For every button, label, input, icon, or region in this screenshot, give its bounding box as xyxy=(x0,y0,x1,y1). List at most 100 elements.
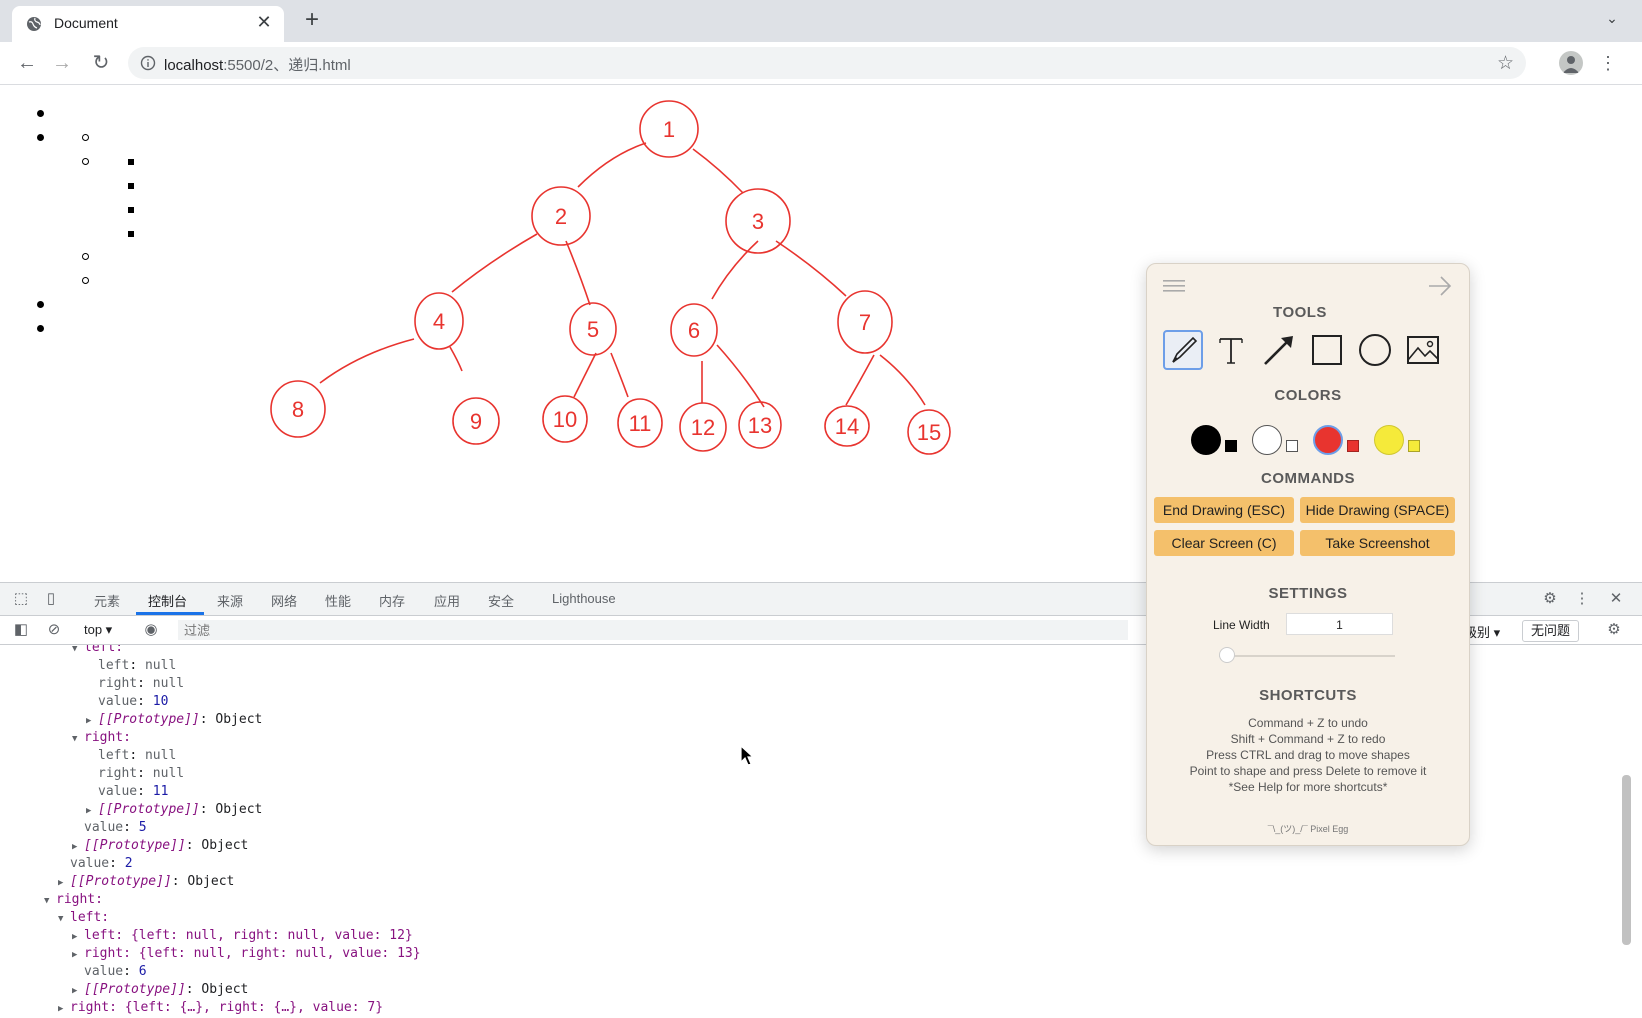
url-text[interactable]: localhost:5500/2、递归.html xyxy=(164,54,351,75)
commands-title: COMMANDS xyxy=(1261,470,1355,487)
console-line[interactable]: ▶ [[Prototype]]: Object xyxy=(86,801,262,819)
expand-toggle-icon[interactable]: ▼ xyxy=(44,892,56,910)
info-icon[interactable] xyxy=(140,55,156,71)
profile-icon[interactable] xyxy=(1559,51,1583,75)
clear-console-icon[interactable]: ⊘ xyxy=(45,621,63,639)
expand-toggle-icon[interactable]: ▼ xyxy=(72,645,84,658)
console-line[interactable]: ▼ left: xyxy=(58,909,109,927)
expand-toggle-icon[interactable]: ▼ xyxy=(72,730,84,748)
tab-performance[interactable]: 性能 xyxy=(325,591,351,610)
console-key: [[Prototype]] xyxy=(84,838,186,853)
close-tab-icon[interactable]: ✕ xyxy=(254,12,274,32)
expand-toggle-icon[interactable]: ▶ xyxy=(86,712,98,730)
expand-toggle-icon[interactable]: ▶ xyxy=(58,874,70,892)
hamburger-menu-icon[interactable] xyxy=(1163,278,1185,294)
shortcuts-title: SHORTCUTS xyxy=(1259,687,1357,704)
console-value: null xyxy=(152,676,185,691)
pen-icon[interactable] xyxy=(1163,330,1203,370)
tab-console[interactable]: 控制台 xyxy=(148,591,187,610)
back-arrow-icon[interactable]: ← xyxy=(15,51,39,75)
console-key: left xyxy=(98,748,130,763)
tab-security[interactable]: 安全 xyxy=(488,591,514,610)
globe-icon xyxy=(27,17,41,31)
console-text: left: xyxy=(70,910,110,925)
browser-tab[interactable]: Document ✕ xyxy=(12,6,284,42)
clear-screen-button[interactable]: Clear Screen (C) xyxy=(1154,530,1294,556)
scrollbar-thumb[interactable] xyxy=(1622,775,1631,945)
expand-toggle-icon[interactable]: ▶ xyxy=(72,838,84,856)
line-width-input[interactable]: 1 xyxy=(1286,613,1393,635)
fill-color-swatch[interactable] xyxy=(1286,440,1298,452)
tab-elements[interactable]: 元素 xyxy=(94,591,120,610)
color-swatch[interactable] xyxy=(1252,425,1282,455)
fill-color-swatch[interactable] xyxy=(1408,440,1420,452)
tree-node-label: 2 xyxy=(555,204,567,229)
address-bar[interactable]: localhost:5500/2、递归.html ☆ xyxy=(128,47,1526,79)
console-line[interactable]: ▶ [[Prototype]]: Object xyxy=(58,873,234,891)
console-line[interactable]: ▶ [[Prototype]]: Object xyxy=(86,711,262,729)
image-icon[interactable] xyxy=(1403,330,1443,370)
close-icon[interactable]: ✕ xyxy=(1607,590,1625,608)
device-toolbar-icon[interactable]: ▯ xyxy=(42,590,60,608)
console-line[interactable]: ▼ left: xyxy=(72,645,123,657)
collapse-arrow-icon[interactable] xyxy=(1427,274,1453,298)
filter-input[interactable] xyxy=(178,620,1128,640)
new-tab-button[interactable]: + xyxy=(300,8,324,32)
expand-toggle-icon[interactable]: ▶ xyxy=(72,946,84,964)
console-key: value xyxy=(84,820,124,835)
console-line[interactable]: ▶ right: {left: {…}, right: {…}, value: 7… xyxy=(58,999,383,1017)
console-value: null xyxy=(152,766,185,781)
eye-icon[interactable]: ◉ xyxy=(142,621,160,639)
issues-button[interactable]: 无问题 xyxy=(1522,620,1580,642)
color-swatch[interactable] xyxy=(1191,425,1221,455)
fill-color-swatch[interactable] xyxy=(1225,440,1237,452)
circle-icon[interactable] xyxy=(1355,330,1395,370)
console-scrollbar[interactable] xyxy=(1620,645,1634,1018)
console-key: [[Prototype]] xyxy=(98,802,200,817)
console-line[interactable]: ▶ right: {left: null, right: null, value:… xyxy=(72,945,421,963)
arrow-icon[interactable] xyxy=(1259,330,1299,370)
text-icon[interactable] xyxy=(1211,330,1251,370)
expand-toggle-icon[interactable]: ▶ xyxy=(72,928,84,946)
line-width-slider[interactable] xyxy=(1219,655,1395,657)
context-selector[interactable]: top ▾ xyxy=(84,622,112,638)
star-icon[interactable]: ☆ xyxy=(1497,52,1514,75)
pixel-egg-panel: TOOLS COLORS COMMANDS End Drawing (ESC) … xyxy=(1146,263,1470,846)
line-width-slider-thumb[interactable] xyxy=(1219,647,1235,663)
console-value: Object xyxy=(215,802,263,817)
take-screenshot-button[interactable]: Take Screenshot xyxy=(1300,530,1455,556)
console-key: right xyxy=(98,676,138,691)
tab-memory[interactable]: 内存 xyxy=(379,591,405,610)
end-drawing-button[interactable]: End Drawing (ESC) xyxy=(1154,497,1294,523)
expand-toggle-icon[interactable]: ▶ xyxy=(86,802,98,820)
color-swatch[interactable] xyxy=(1374,425,1404,455)
fill-color-swatch[interactable] xyxy=(1347,440,1359,452)
gear-icon[interactable]: ⚙ xyxy=(1605,621,1623,639)
console-key: value xyxy=(98,784,138,799)
expand-toggle-icon[interactable]: ▼ xyxy=(58,910,70,928)
tab-network[interactable]: 网络 xyxy=(271,591,297,610)
tab-sources[interactable]: 来源 xyxy=(217,591,243,610)
menu-dots-icon[interactable]: ⋮ xyxy=(1573,590,1591,608)
tab-application[interactable]: 应用 xyxy=(434,591,460,610)
console-line[interactable]: ▼ right: xyxy=(44,891,103,909)
gear-icon[interactable]: ⚙ xyxy=(1541,590,1559,608)
expand-toggle-icon[interactable]: ▶ xyxy=(58,1000,70,1018)
console-line[interactable]: ▼ right: xyxy=(72,729,131,747)
menu-dots-icon[interactable]: ⋮ xyxy=(1598,51,1618,75)
tools-title: TOOLS xyxy=(1273,304,1327,321)
forward-arrow-icon[interactable]: → xyxy=(50,51,74,75)
console-line[interactable]: ▶ [[Prototype]]: Object xyxy=(72,837,248,855)
expand-toggle-icon[interactable]: ▶ xyxy=(72,982,84,1000)
console-line[interactable]: ▶ [[Prototype]]: Object xyxy=(72,981,248,999)
rectangle-icon[interactable] xyxy=(1307,330,1347,370)
chevron-down-icon[interactable]: ⌄ xyxy=(1602,10,1622,30)
color-swatch[interactable] xyxy=(1313,425,1343,455)
sidebar-toggle-icon[interactable]: ◧ xyxy=(12,621,30,639)
hide-drawing-button[interactable]: Hide Drawing (SPACE) xyxy=(1300,497,1455,523)
console-line: right: null xyxy=(98,676,185,691)
console-line[interactable]: ▶ left: {left: null, right: null, value: … xyxy=(72,927,413,945)
reload-icon[interactable]: ↻ xyxy=(89,51,113,75)
inspect-icon[interactable]: ⬚ xyxy=(12,590,30,608)
tab-lighthouse[interactable]: Lighthouse xyxy=(552,591,616,606)
